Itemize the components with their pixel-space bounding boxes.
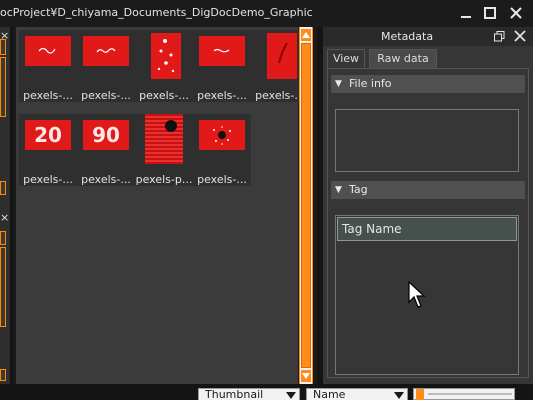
thumbnail-label: pexels-... (197, 89, 247, 102)
title-bar: ocProject¥D_chiyama_Documents_DigDocDemo… (0, 0, 533, 27)
float-panel-button[interactable] (494, 31, 505, 42)
panel-close-button[interactable] (513, 29, 527, 43)
dock-scroll-thumb[interactable] (0, 247, 6, 327)
dock-scroll-arrow[interactable] (0, 181, 6, 195)
metadata-header: Metadata (323, 27, 533, 46)
thumbnail-image (199, 36, 245, 66)
metadata-panel: Metadata View Raw data ▼ File info ▼ Tag… (323, 27, 533, 384)
section-label: Tag (349, 183, 368, 196)
panel-title: Metadata (381, 30, 434, 43)
thumbnail-image (199, 120, 245, 150)
mouse-cursor-icon (408, 281, 426, 308)
thumbnail-item[interactable]: pexels-... (135, 30, 193, 102)
thumbnail-size-slider[interactable] (413, 388, 515, 400)
minimize-button[interactable] (457, 5, 475, 21)
thumbnail-item[interactable]: pexels-... (77, 30, 135, 102)
chevron-down-icon (394, 392, 404, 399)
thumbnail-item[interactable]: pexels-p... (135, 114, 193, 186)
dock-scroll-arrow[interactable] (0, 231, 6, 245)
window-title: ocProject¥D_chiyama_Documents_DigDocDemo… (0, 6, 313, 19)
sort-select[interactable]: Name (306, 388, 408, 400)
thumbnail-label: pexels-... (23, 173, 73, 186)
thumbnail-image (145, 114, 183, 164)
thumbnail-label: pexels-... (81, 173, 131, 186)
maximize-icon (484, 7, 496, 19)
slider-handle[interactable] (416, 389, 424, 400)
close-icon (514, 30, 526, 42)
thumbnail-scrollbar[interactable] (299, 27, 313, 384)
scroll-up-button[interactable] (301, 29, 311, 41)
thumbnail-label: pexels-... (23, 89, 73, 102)
dock-scroll-thumb[interactable] (0, 57, 6, 117)
expand-triangle-icon: ▼ (335, 185, 342, 195)
close-icon (510, 7, 522, 19)
section-label: File info (349, 77, 392, 90)
scroll-down-button[interactable] (301, 370, 311, 382)
dock-scroll-arrow[interactable] (0, 39, 6, 55)
thumbnail-label: pexels-... (139, 89, 189, 102)
thumbnail-image-number: 90 (92, 123, 120, 147)
thumbnail-image: 90 (83, 120, 129, 150)
thumbnail-item[interactable]: pexels-... (193, 30, 251, 102)
sort-value: Name (313, 388, 346, 400)
thumbnail-item[interactable]: 90 pexels-... (77, 114, 135, 186)
dock-close-icon[interactable]: × (0, 212, 9, 223)
view-mode-value: Thumbnail (205, 388, 264, 400)
tab-view[interactable]: View (327, 49, 365, 68)
metadata-view-body: ▼ File info ▼ Tag Tag Name (327, 68, 529, 378)
thumbnail-image (151, 33, 181, 79)
thumbnail-grid: pexels-... pexels-... pexels-... pexels-… (16, 27, 309, 384)
view-mode-select[interactable]: Thumbnail (198, 388, 300, 400)
chevron-down-icon (302, 373, 310, 379)
thumbnail-label: pexels-... (81, 89, 131, 102)
thumbnail-item[interactable]: pexels-... (19, 30, 77, 102)
file-info-box (335, 109, 519, 172)
thumbnail-item[interactable]: pexels-... (193, 114, 251, 186)
expand-triangle-icon: ▼ (335, 79, 342, 89)
float-panel-icon (494, 31, 505, 42)
scroll-thumb[interactable] (301, 43, 311, 368)
thumbnail-image-number: 20 (34, 123, 62, 147)
dock-scroll-arrow[interactable] (0, 369, 6, 381)
thumbnail-image (25, 36, 71, 66)
minimize-icon (461, 16, 471, 18)
chevron-down-icon (286, 392, 296, 399)
thumbnail-image (83, 36, 129, 66)
thumbnail-label: pexels-... (197, 173, 247, 186)
slider-track (428, 393, 512, 395)
chevron-up-icon (302, 32, 310, 38)
left-dock-panel: × × (0, 27, 10, 384)
thumbnail-panel: pexels-... pexels-... pexels-... pexels-… (13, 27, 317, 384)
tag-section-header[interactable]: ▼ Tag (331, 181, 525, 199)
file-info-section-header[interactable]: ▼ File info (331, 75, 525, 93)
thumbnail-item[interactable]: 20 pexels-... (19, 114, 77, 186)
tag-name-column-header[interactable]: Tag Name (337, 217, 517, 241)
thumbnail-image (267, 33, 297, 79)
tab-raw-data[interactable]: Raw data (369, 49, 437, 68)
thumbnail-image: 20 (25, 120, 71, 150)
thumbnail-label: pexels-p... (135, 173, 193, 186)
maximize-button[interactable] (481, 5, 499, 21)
close-button[interactable] (507, 5, 525, 21)
